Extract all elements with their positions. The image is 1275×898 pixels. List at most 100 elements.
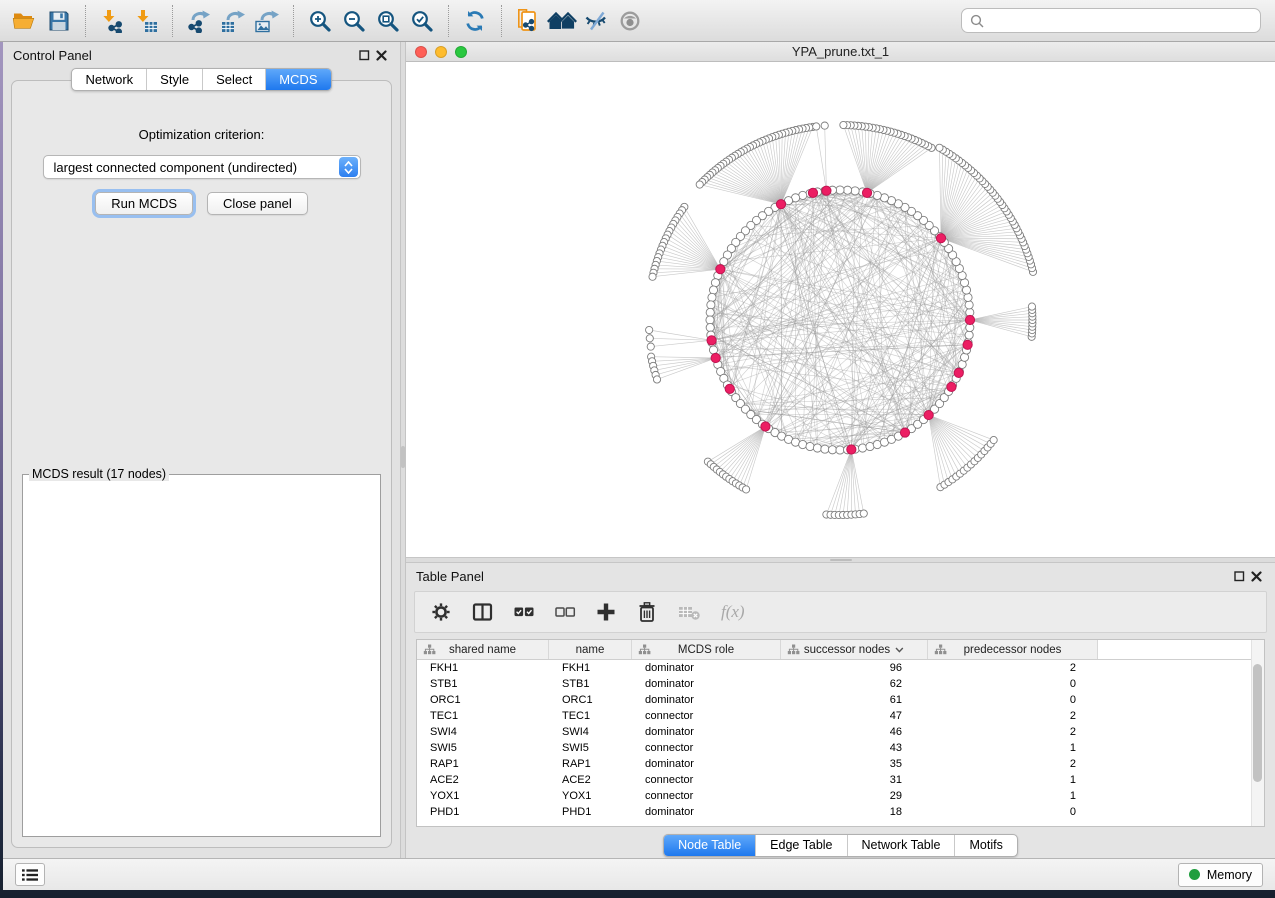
save-session-button[interactable] bbox=[42, 3, 76, 39]
function-builder-button: f(x) bbox=[721, 602, 745, 622]
splitter-handle[interactable] bbox=[401, 446, 405, 468]
search-input[interactable] bbox=[990, 12, 1252, 29]
cell-mcds-role: connector bbox=[632, 772, 781, 788]
table-tabs: Node TableEdge TableNetwork TableMotifs bbox=[406, 834, 1275, 857]
open-session-button[interactable] bbox=[8, 3, 42, 39]
table-row[interactable]: YOX1YOX1connector291 bbox=[417, 788, 1251, 804]
task-history-button[interactable] bbox=[15, 863, 45, 886]
tab-edge-table[interactable]: Edge Table bbox=[756, 835, 847, 856]
table-row[interactable]: TEC1TEC1connector472 bbox=[417, 708, 1251, 724]
column-label: name bbox=[576, 644, 605, 656]
tab-mcds[interactable]: MCDS bbox=[266, 69, 330, 90]
cell-shared-name: ACE2 bbox=[417, 772, 549, 788]
close-panel-action-button[interactable]: Close panel bbox=[207, 192, 308, 215]
cell-name: YOX1 bbox=[549, 788, 632, 804]
import-table-icon bbox=[133, 9, 159, 33]
hide-details-button[interactable] bbox=[579, 3, 613, 39]
import-network-button[interactable] bbox=[95, 3, 129, 39]
cell-mcds-role: dominator bbox=[632, 660, 781, 676]
right-column: YPA_prune.txt_1 bbox=[406, 42, 1275, 858]
horizontal-splitter[interactable] bbox=[406, 557, 1275, 563]
toolbar-separator bbox=[172, 5, 173, 37]
share-document-button[interactable] bbox=[511, 3, 545, 39]
add-column-button[interactable] bbox=[595, 601, 617, 623]
table-row[interactable]: ACE2ACE2connector311 bbox=[417, 772, 1251, 788]
column-label: MCDS role bbox=[678, 644, 734, 656]
save-floppy-icon bbox=[47, 9, 71, 33]
import-table-button[interactable] bbox=[129, 3, 163, 39]
refresh-layout-button[interactable] bbox=[458, 3, 492, 39]
tab-network-table[interactable]: Network Table bbox=[848, 835, 956, 856]
show-details-button[interactable] bbox=[613, 3, 647, 39]
float-panel-button[interactable] bbox=[356, 48, 373, 63]
cell-name: ORC1 bbox=[549, 692, 632, 708]
table-row[interactable]: STB1STB1dominator620 bbox=[417, 676, 1251, 692]
plus-icon bbox=[595, 601, 617, 623]
mcds-result-title: MCDS result (17 nodes) bbox=[29, 467, 169, 481]
export-network-icon bbox=[186, 9, 212, 33]
tab-network[interactable]: Network bbox=[72, 69, 147, 90]
column-header-predecessor-nodes[interactable]: predecessor nodes bbox=[928, 640, 1098, 659]
table-row[interactable]: RAP1RAP1dominator352 bbox=[417, 756, 1251, 772]
cell-name: SWI5 bbox=[549, 740, 632, 756]
select-all-icon bbox=[513, 601, 535, 623]
sort-descending-icon bbox=[895, 647, 904, 653]
window-minimize-button[interactable] bbox=[435, 46, 447, 58]
column-header-shared-name[interactable]: shared name bbox=[417, 640, 549, 659]
table-row[interactable]: SWI4SWI4dominator462 bbox=[417, 724, 1251, 740]
zoom-out-button[interactable] bbox=[337, 3, 371, 39]
table-settings-button[interactable] bbox=[430, 601, 452, 623]
node-table[interactable]: shared name name MCDS role successor nodesp… bbox=[416, 639, 1265, 827]
optimization-criterion-select[interactable]: largest connected component (undirected) bbox=[43, 155, 361, 179]
optimization-criterion-label: Optimization criterion: bbox=[12, 127, 391, 142]
table-row[interactable]: ORC1ORC1dominator610 bbox=[417, 692, 1251, 708]
export-table-button[interactable] bbox=[216, 3, 250, 39]
cell-mcds-role: dominator bbox=[632, 692, 781, 708]
table-row[interactable]: PHD1PHD1dominator180 bbox=[417, 804, 1251, 820]
table-scrollbar-thumb[interactable] bbox=[1253, 664, 1262, 782]
search-box[interactable] bbox=[961, 8, 1261, 33]
cell-predecessor-nodes: 2 bbox=[928, 660, 1098, 676]
open-folder-icon bbox=[12, 9, 38, 33]
column-header-mcds-role[interactable]: MCDS role bbox=[632, 640, 781, 659]
deselect-all-button[interactable] bbox=[554, 601, 576, 623]
table-row[interactable]: FKH1FKH1dominator962 bbox=[417, 660, 1251, 676]
tab-motifs[interactable]: Motifs bbox=[955, 835, 1016, 856]
run-mcds-button[interactable]: Run MCDS bbox=[95, 192, 193, 215]
tab-style[interactable]: Style bbox=[147, 69, 203, 90]
table-scrollbar[interactable] bbox=[1251, 640, 1264, 826]
tab-node-table[interactable]: Node Table bbox=[664, 835, 756, 856]
splitter-handle[interactable] bbox=[830, 559, 852, 561]
column-header-name[interactable]: name bbox=[549, 640, 632, 659]
tab-select[interactable]: Select bbox=[203, 69, 266, 90]
window-zoom-button[interactable] bbox=[455, 46, 467, 58]
column-header-successor-nodes[interactable]: successor nodes bbox=[781, 640, 928, 659]
float-table-panel-button[interactable] bbox=[1231, 569, 1248, 584]
zoom-in-button[interactable] bbox=[303, 3, 337, 39]
cell-shared-name: STB1 bbox=[417, 676, 549, 692]
attribute-type-icon bbox=[934, 644, 947, 655]
network-canvas[interactable] bbox=[406, 62, 1275, 557]
show-columns-button[interactable] bbox=[471, 601, 494, 623]
delete-column-button[interactable] bbox=[636, 601, 658, 623]
close-table-panel-button[interactable] bbox=[1248, 569, 1265, 584]
close-panel-button[interactable] bbox=[373, 48, 390, 63]
header-filler bbox=[1098, 640, 1264, 659]
cell-mcds-role: dominator bbox=[632, 756, 781, 772]
task-list-icon bbox=[22, 868, 38, 882]
export-image-button[interactable] bbox=[250, 3, 284, 39]
export-network-button[interactable] bbox=[182, 3, 216, 39]
home-button[interactable] bbox=[545, 3, 579, 39]
select-all-button[interactable] bbox=[513, 601, 535, 623]
cell-name: ACE2 bbox=[549, 772, 632, 788]
memory-button[interactable]: Memory bbox=[1178, 863, 1263, 887]
zoom-fit-button[interactable] bbox=[371, 3, 405, 39]
zoom-in-icon bbox=[308, 9, 332, 33]
attribute-type-icon bbox=[638, 644, 651, 655]
control-panel-titlebar: Control Panel bbox=[3, 42, 400, 68]
gear-icon bbox=[430, 601, 452, 623]
table-row[interactable]: SWI5SWI5connector431 bbox=[417, 740, 1251, 756]
window-close-button[interactable] bbox=[415, 46, 427, 58]
zoom-selected-button[interactable] bbox=[405, 3, 439, 39]
delete-table-button bbox=[677, 601, 702, 623]
